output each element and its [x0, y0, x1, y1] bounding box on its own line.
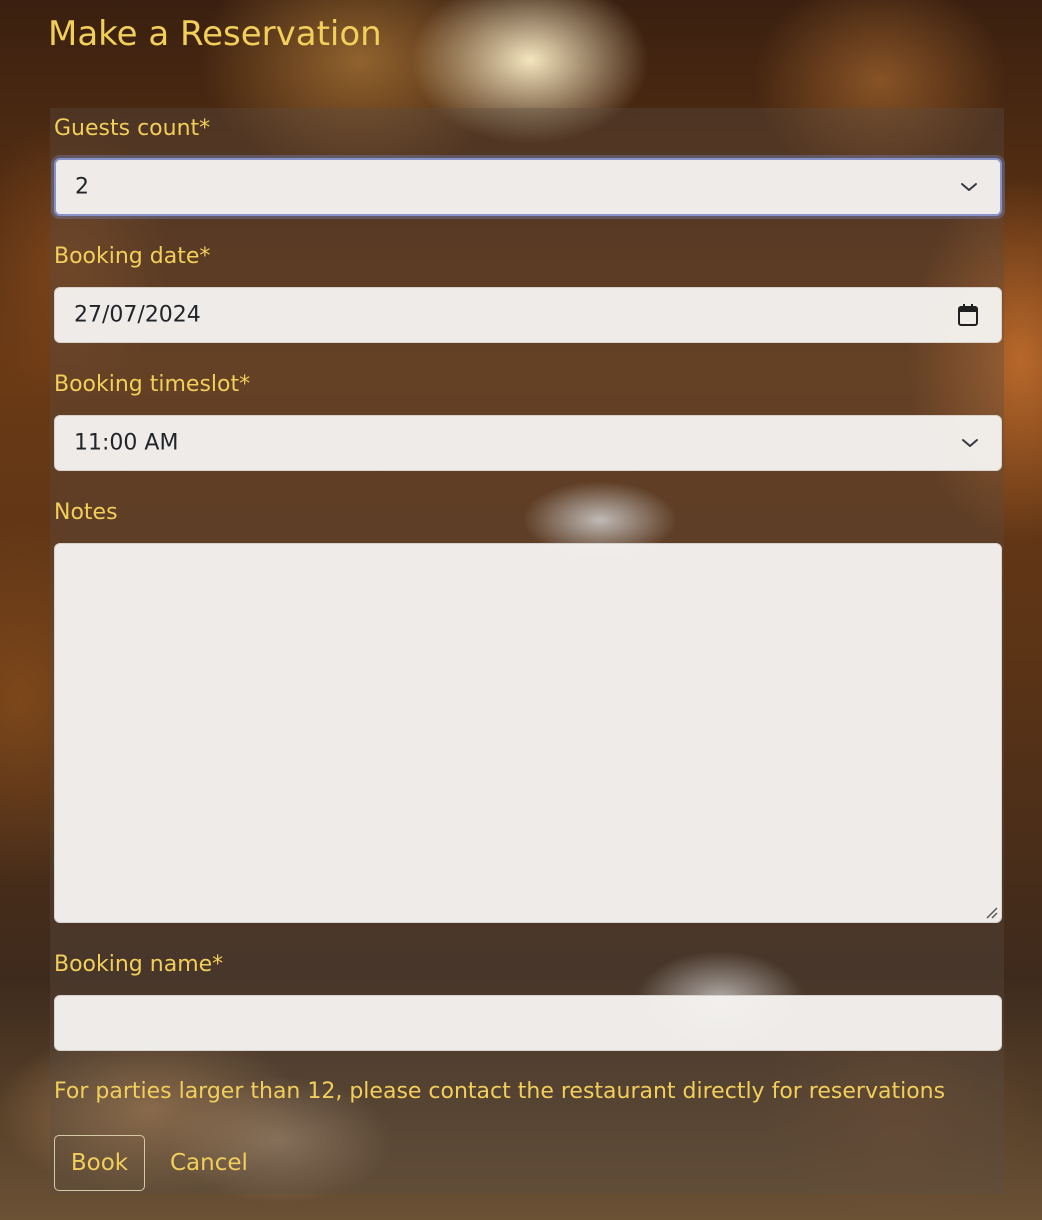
booking-timeslot-label: Booking timeslot* — [54, 372, 251, 397]
booking-name-label: Booking name* — [54, 952, 224, 977]
booking-date-value: 27/07/2024 — [74, 302, 201, 328]
guests-count-value: 2 — [75, 174, 89, 200]
page-title: Make a Reservation — [48, 14, 382, 54]
booking-name-input[interactable] — [54, 995, 1002, 1051]
chevron-down-icon — [962, 439, 978, 447]
notes-label: Notes — [54, 500, 118, 525]
booking-timeslot-select[interactable]: 11:00 AM — [54, 415, 1002, 471]
booking-date-label: Booking date* — [54, 244, 211, 269]
guests-count-select[interactable]: 2 — [54, 158, 1002, 216]
guests-count-label: Guests count* — [54, 116, 211, 141]
resize-handle-icon[interactable] — [984, 905, 998, 919]
cancel-link[interactable]: Cancel — [170, 1135, 248, 1191]
calendar-icon[interactable] — [957, 303, 979, 327]
notes-textarea[interactable] — [54, 543, 1002, 923]
booking-date-input[interactable]: 27/07/2024 — [54, 287, 1002, 343]
booking-timeslot-value: 11:00 AM — [74, 430, 179, 456]
chevron-down-icon — [961, 183, 977, 191]
large-party-notice: For parties larger than 12, please conta… — [54, 1079, 946, 1104]
book-button[interactable]: Book — [54, 1135, 145, 1191]
